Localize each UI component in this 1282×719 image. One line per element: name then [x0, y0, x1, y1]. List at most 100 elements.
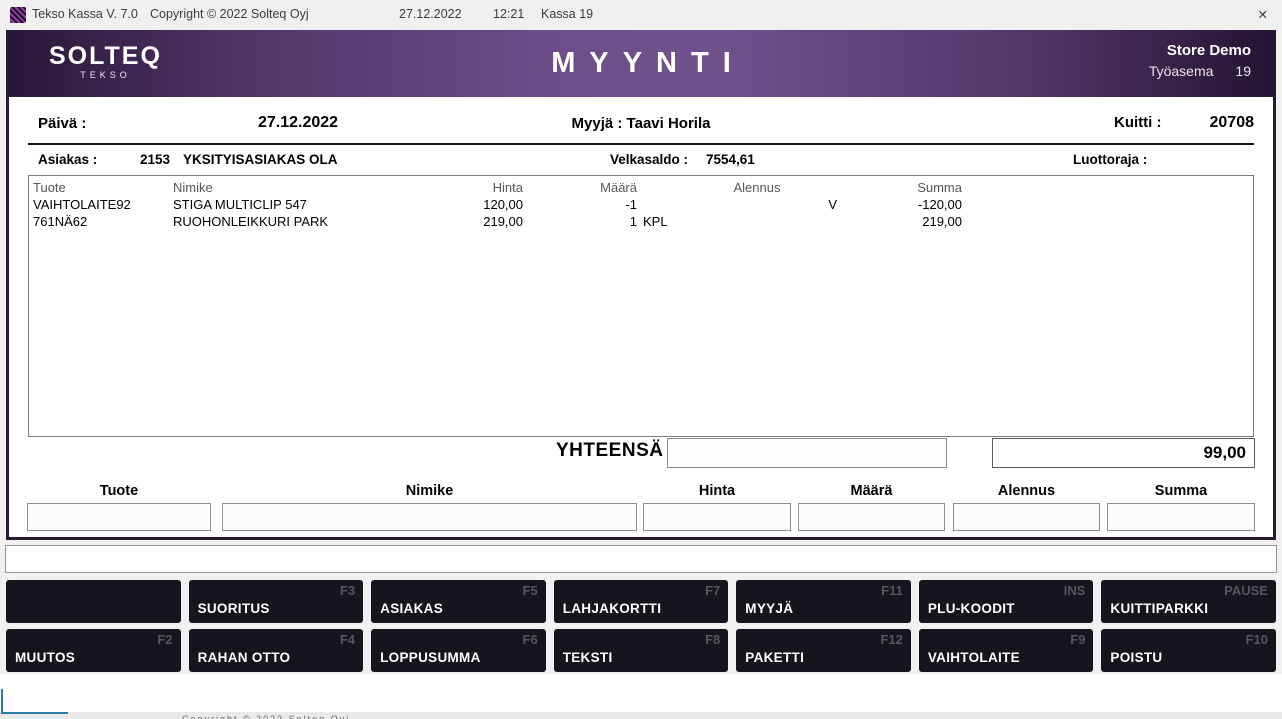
- button-teksti[interactable]: F8 TEKSTI: [554, 629, 729, 672]
- cell-nimike: STIGA MULTICLIP 547: [173, 196, 473, 213]
- cell-unit: [637, 196, 677, 213]
- app-header-banner: SOLTEQ TEKSO MYYNTI Store Demo Työasema1…: [9, 30, 1273, 97]
- debt-label: Velkasaldo :: [610, 152, 688, 167]
- col-header-summa: Summa: [837, 179, 962, 196]
- bottom-panel: [0, 674, 1282, 712]
- focus-accent-horizontal: [1, 712, 68, 714]
- button-poistu[interactable]: F10 POISTU: [1101, 629, 1276, 672]
- close-icon[interactable]: ✕: [1258, 7, 1268, 22]
- entry-label-summa: Summa: [1107, 483, 1255, 499]
- button-lahjakortti[interactable]: F7 LAHJAKORTTI: [554, 580, 729, 623]
- focus-accent-vertical: [1, 689, 3, 713]
- col-header-hinta: Hinta: [473, 179, 523, 196]
- window-titlebar: Tekso Kassa V. 7.0 Copyright © 2022 Solt…: [0, 0, 1282, 30]
- button-kuittiparkki[interactable]: PAUSE KUITTIPARKKI: [1101, 580, 1276, 623]
- button-blank[interactable]: [6, 580, 181, 623]
- customer-number: 2153: [140, 152, 170, 167]
- col-header-nimike: Nimike: [173, 179, 473, 196]
- cell-summa: 219,00: [837, 213, 962, 230]
- main-panel: SOLTEQ TEKSO MYYNTI Store Demo Työasema1…: [6, 30, 1276, 540]
- fkey-label: INS: [1064, 583, 1086, 598]
- entry-label-nimike: Nimike: [222, 483, 637, 499]
- cell-hinta: 219,00: [473, 213, 523, 230]
- fkey-label: F7: [705, 583, 720, 598]
- col-header-tuote: Tuote: [33, 179, 173, 196]
- cell-tuote: VAIHTOLAITE92: [33, 196, 173, 213]
- name-input[interactable]: [222, 503, 637, 531]
- cell-maara: 1: [523, 213, 637, 230]
- workstation-row: Työasema19: [1149, 63, 1251, 79]
- fkey-label: F9: [1070, 632, 1085, 647]
- titlebar-register: Kassa 19: [541, 7, 593, 21]
- entry-label-tuote: Tuote: [27, 483, 211, 499]
- cell-alennus: [677, 213, 837, 230]
- fkey-label: F11: [881, 583, 903, 598]
- sale-info-row: Päivä : 27.12.2022 Myyjä : Taavi Horila …: [9, 110, 1273, 143]
- titlebar-time: 12:21: [493, 7, 524, 21]
- fkey-label: F3: [340, 583, 355, 598]
- store-name: Store Demo: [1149, 42, 1251, 59]
- total-amount: 99,00: [992, 438, 1255, 468]
- cell-unit: KPL: [637, 213, 677, 230]
- cell-alennus: V: [677, 196, 837, 213]
- table-header-row: Tuote Nimike Hinta Määrä Alennus Summa: [29, 176, 1253, 196]
- function-button-row-1: F3 SUORITUS F5 ASIAKAS F7 LAHJAKORTTI F1…: [6, 580, 1276, 623]
- divider-line: [28, 143, 1254, 145]
- cell-tuote: 761NÄ62: [33, 213, 173, 230]
- store-info: Store Demo Työasema19: [1149, 42, 1251, 79]
- status-strip: Copyright © 2022 Solteq Oyj: [0, 712, 1282, 719]
- customer-row: Asiakas : 2153 YKSITYISASIAKAS OLA Velka…: [9, 146, 1273, 174]
- titlebar-date: 27.12.2022: [399, 7, 462, 21]
- cell-hinta: 120,00: [473, 196, 523, 213]
- fkey-label: F6: [523, 632, 538, 647]
- button-suoritus[interactable]: F3 SUORITUS: [189, 580, 364, 623]
- sale-lines-table: Tuote Nimike Hinta Määrä Alennus Summa V…: [28, 175, 1254, 437]
- workstation-number: 19: [1235, 63, 1251, 79]
- credit-limit-label: Luottoraja :: [1073, 152, 1147, 167]
- receipt-field: Kuitti : 20708: [1114, 114, 1254, 132]
- cell-summa: -120,00: [837, 196, 962, 213]
- message-input-bar[interactable]: [5, 545, 1277, 573]
- button-paketti[interactable]: F12 PAKETTI: [736, 629, 911, 672]
- button-loppusumma[interactable]: F6 LOPPUSUMMA: [371, 629, 546, 672]
- function-button-row-2: F2 MUUTOS F4 RAHAN OTTO F6 LOPPUSUMMA F8…: [6, 629, 1276, 672]
- sum-input[interactable]: [1107, 503, 1255, 531]
- table-row[interactable]: 761NÄ62 RUOHONLEIKKURI PARK 219,00 1 KPL…: [29, 213, 1253, 230]
- discount-input[interactable]: [953, 503, 1100, 531]
- quantity-input[interactable]: [798, 503, 945, 531]
- button-plu-koodit[interactable]: INS PLU-KOODIT: [919, 580, 1094, 623]
- fkey-label: F12: [880, 632, 902, 647]
- fkey-label: F4: [340, 632, 355, 647]
- button-vaihtolaite[interactable]: F9 VAIHTOLAITE: [919, 629, 1094, 672]
- seller-value: Taavi Horila: [627, 115, 711, 132]
- button-rahan-otto[interactable]: F4 RAHAN OTTO: [189, 629, 364, 672]
- entry-label-hinta: Hinta: [643, 483, 791, 499]
- page-title: MYYNTI: [9, 47, 1273, 80]
- col-header-alennus: Alennus: [677, 179, 837, 196]
- titlebar-copyright: Copyright © 2022 Solteq Oyj: [150, 7, 309, 21]
- receipt-label: Kuitti :: [1114, 114, 1161, 132]
- fkey-label: F10: [1246, 632, 1268, 647]
- button-muutos[interactable]: F2 MUUTOS: [6, 629, 181, 672]
- price-input[interactable]: [643, 503, 791, 531]
- table-row[interactable]: VAIHTOLAITE92 STIGA MULTICLIP 547 120,00…: [29, 196, 1253, 213]
- cell-nimike: RUOHONLEIKKURI PARK: [173, 213, 473, 230]
- customer-name: YKSITYISASIAKAS OLA: [183, 152, 357, 167]
- fkey-label: F5: [523, 583, 538, 598]
- cell-maara: -1: [523, 196, 637, 213]
- fkey-label: F8: [705, 632, 720, 647]
- button-myyja[interactable]: F11 MYYJÄ: [736, 580, 911, 623]
- entry-label-maara: Määrä: [798, 483, 945, 499]
- product-input[interactable]: [27, 503, 211, 531]
- col-header-maara: Määrä: [523, 179, 637, 196]
- debt-value: 7554,61: [706, 152, 755, 167]
- customer-label: Asiakas :: [38, 152, 97, 167]
- fkey-label: PAUSE: [1224, 583, 1268, 598]
- seller-field: Myyjä : Taavi Horila: [9, 115, 1273, 132]
- button-asiakas[interactable]: F5 ASIAKAS: [371, 580, 546, 623]
- entry-label-alennus: Alennus: [953, 483, 1100, 499]
- fkey-label: F2: [157, 632, 172, 647]
- total-entry-input[interactable]: [667, 438, 947, 468]
- receipt-number: 20708: [1210, 114, 1255, 132]
- seller-label: Myyjä :: [572, 115, 623, 132]
